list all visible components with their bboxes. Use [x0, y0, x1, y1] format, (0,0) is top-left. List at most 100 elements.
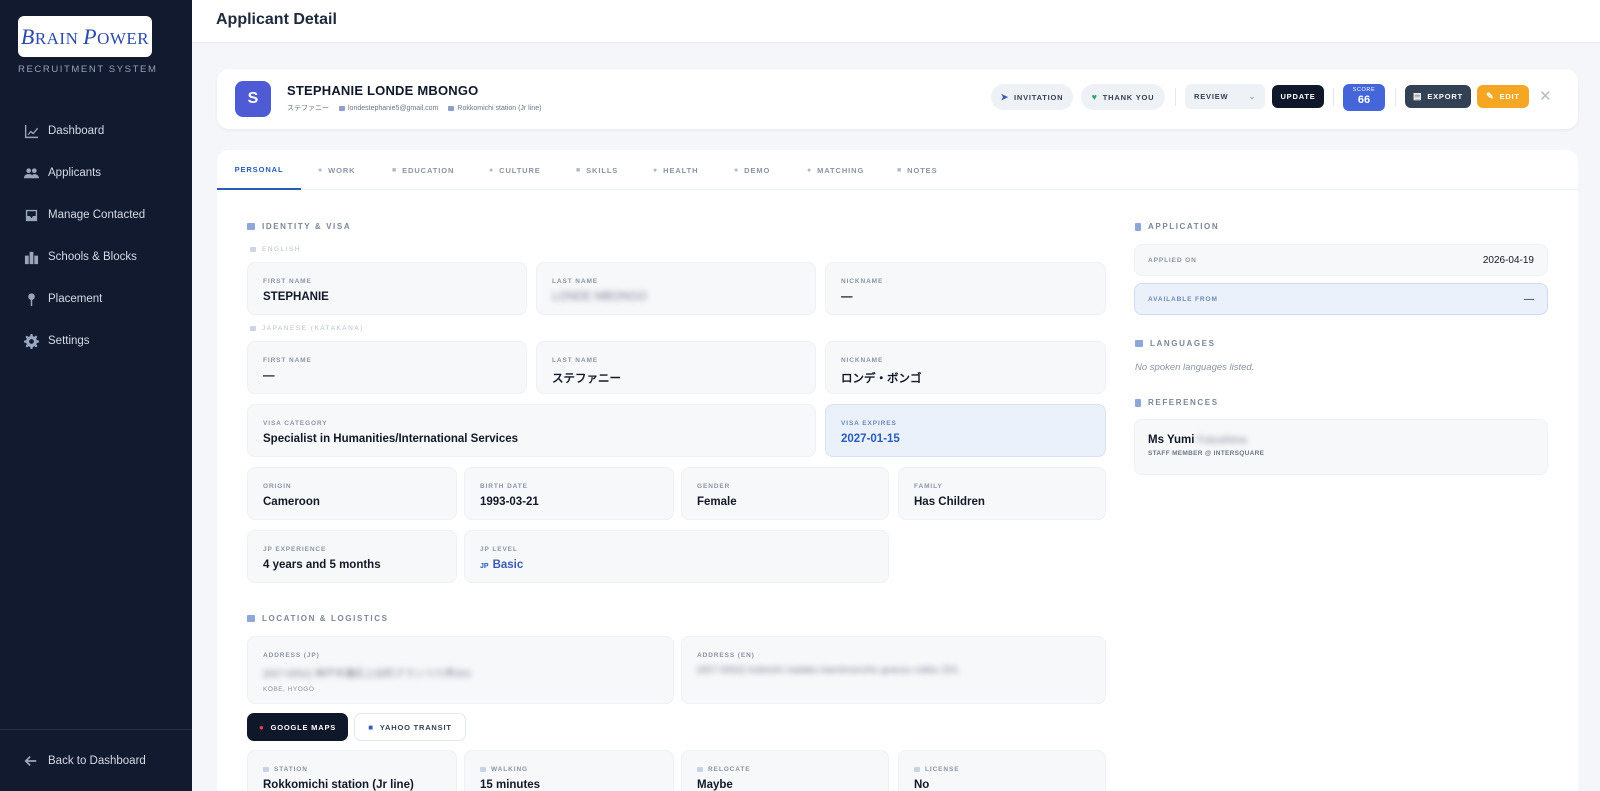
- origin-field: ORIGIN Cameroon: [247, 467, 457, 520]
- update-button[interactable]: UPDATE: [1272, 85, 1324, 108]
- google-maps-button[interactable]: ● GOOGLE MAPS: [247, 713, 348, 741]
- field-value: No: [914, 779, 930, 791]
- address-en-field: ADDRESS (EN) (657-0052) kobeshi nadaku k…: [681, 636, 1106, 704]
- tab-demo[interactable]: ● DEMO: [734, 150, 770, 190]
- export-label: EXPORT: [1427, 92, 1463, 101]
- field-value: 1993-03-21: [480, 496, 539, 508]
- field-label: FIRST NAME: [263, 357, 312, 364]
- en-first-name-field: FIRST NAME STEPHANIE: [247, 262, 527, 315]
- gender-field: GENDER Female: [681, 467, 889, 520]
- location-icon: ●: [807, 166, 813, 174]
- field-value: —: [841, 291, 853, 303]
- label-text: LICENSE: [925, 766, 960, 773]
- field-value: —: [263, 370, 275, 382]
- tab-matching[interactable]: ● MATCHING: [807, 150, 864, 190]
- birth-date-field: BIRTH DATE 1993-03-21: [464, 467, 674, 520]
- heart-icon: ♥: [1091, 92, 1098, 102]
- export-button[interactable]: ▤ EXPORT: [1405, 85, 1471, 108]
- page-title: Applicant Detail: [216, 11, 337, 28]
- languages-empty-note: No spoken languages listed.: [1135, 362, 1255, 373]
- field-label: NICKNAME: [841, 278, 884, 285]
- jp-experience-field: JP EXPERIENCE 4 years and 5 months: [247, 530, 457, 583]
- avatar: S: [235, 81, 271, 117]
- yahoo-transit-button[interactable]: ■ YAHOO TRANSIT: [354, 713, 466, 741]
- file-export-icon: ▤: [1413, 91, 1423, 101]
- walking-field: WALKING 15 minutes: [464, 750, 674, 791]
- tab-health[interactable]: ● HEALTH: [653, 150, 698, 190]
- sidebar-item-applicants[interactable]: Applicants: [0, 152, 192, 194]
- briefcase-icon: ●: [318, 166, 324, 174]
- train-icon: [448, 105, 455, 111]
- field-label: JP EXPERIENCE: [263, 546, 327, 553]
- field-label: LICENSE: [914, 766, 1090, 773]
- inbox-icon: [25, 209, 38, 221]
- status-select[interactable]: REVIEW ⌄: [1185, 84, 1265, 109]
- applied-on-row: APPLIED ON 2026-04-19: [1134, 244, 1548, 276]
- back-label: Back to Dashboard: [48, 755, 146, 767]
- thank-you-button[interactable]: ♥ THANK YOU: [1081, 84, 1165, 110]
- reference-role: STAFF MEMBER @ INTERSQUARE: [1148, 450, 1265, 457]
- field-value: ステファニー: [552, 373, 621, 385]
- field-label: VISA EXPIRES: [841, 420, 897, 427]
- label-text: STATION: [274, 766, 308, 773]
- sidebar-item-schools-blocks[interactable]: Schools & Blocks: [0, 236, 192, 278]
- tab-education[interactable]: ■ EDUCATION: [392, 150, 454, 190]
- field-label: STATION: [263, 766, 441, 773]
- tab-notes[interactable]: ■ NOTES: [897, 150, 937, 190]
- sidebar-item-label: Settings: [48, 335, 90, 347]
- address-jp-field: ADDRESS (JP) (657-0052) 神戸市灘区上谷町グランツ六甲20…: [247, 636, 674, 704]
- tab-work[interactable]: ● WORK: [318, 150, 356, 190]
- tab-label: HEALTH: [663, 165, 699, 175]
- english-subheading: ENGLISH: [250, 246, 301, 253]
- play-icon: ●: [734, 166, 740, 174]
- toolbar-divider: [1395, 88, 1396, 106]
- email-text: londestephanie5@gmail.com: [348, 104, 439, 112]
- edit-button[interactable]: ✎ EDIT: [1477, 85, 1529, 108]
- section-title: APPLICATION: [1148, 222, 1220, 231]
- truck-icon: [697, 767, 703, 772]
- sidebar: BRAIN POWER RECRUITMENT SYSTEM Dashboard…: [0, 0, 192, 791]
- applicant-header-card: S STEPHANIE LONDE MBONGO ステファニー londeste…: [217, 69, 1578, 129]
- row-label: APPLIED ON: [1148, 256, 1197, 264]
- subheading-text: JAPANESE (KATAKANA): [262, 325, 364, 332]
- brand-subtitle: RECRUITMENT SYSTEM: [18, 64, 158, 75]
- tab-culture[interactable]: ● CULTURE: [489, 150, 541, 190]
- tab-label: MATCHING: [817, 165, 865, 175]
- close-icon[interactable]: ✕: [1539, 87, 1552, 105]
- brand-logo[interactable]: BRAIN POWER: [18, 16, 152, 57]
- invitation-label: INVITATION: [1013, 92, 1064, 102]
- invitation-button[interactable]: ➤ INVITATION: [991, 84, 1073, 110]
- sidebar-item-manage-contacted[interactable]: Manage Contacted: [0, 194, 192, 236]
- jp-first-name-field: FIRST NAME —: [247, 341, 527, 394]
- field-label: ADDRESS (EN): [697, 652, 755, 659]
- applicant-email[interactable]: londestephanie5@gmail.com: [339, 105, 438, 112]
- tab-label: PERSONAL: [234, 164, 284, 174]
- identity-visa-heading: IDENTITY & VISA: [247, 222, 351, 231]
- label-text: RELOCATE: [708, 766, 751, 773]
- school-icon: [24, 251, 39, 264]
- back-to-dashboard-link[interactable]: Back to Dashboard: [24, 754, 146, 768]
- field-value: 2027-01-15: [841, 433, 900, 445]
- field-label: GENDER: [697, 483, 731, 490]
- tab-skills[interactable]: ■ SKILLS: [576, 150, 618, 190]
- relocate-field: RELOCATE Maybe: [681, 750, 889, 791]
- sidebar-item-dashboard[interactable]: Dashboard: [0, 110, 192, 152]
- note-icon: ■: [897, 166, 903, 174]
- en-last-name-field: LAST NAME LONDE MBONGO: [536, 262, 816, 315]
- mail-icon: [339, 105, 345, 111]
- chevron-down-icon: ⌄: [1248, 92, 1256, 101]
- language-icon: [1135, 340, 1143, 347]
- sidebar-item-placement[interactable]: Placement: [0, 278, 192, 320]
- chart-line-icon: [24, 124, 39, 138]
- location-logistics-heading: LOCATION & LOGISTICS: [247, 614, 389, 623]
- field-label: WALKING: [480, 766, 658, 773]
- building-icon: [247, 615, 255, 622]
- toolbar-divider: [1175, 88, 1176, 106]
- field-value-redacted: (657-0052) 神戸市灘区上谷町グランツ六甲201: [263, 669, 472, 680]
- reference-name-visible: Ms Yumi: [1148, 434, 1195, 446]
- applicant-station: Rokkomichi station (Jr line): [448, 105, 541, 112]
- thank-you-label: THANK YOU: [1102, 92, 1155, 102]
- tab-personal[interactable]: PERSONAL: [217, 150, 301, 190]
- arrow-left-icon: [24, 756, 37, 766]
- sidebar-item-settings[interactable]: Settings: [0, 320, 192, 362]
